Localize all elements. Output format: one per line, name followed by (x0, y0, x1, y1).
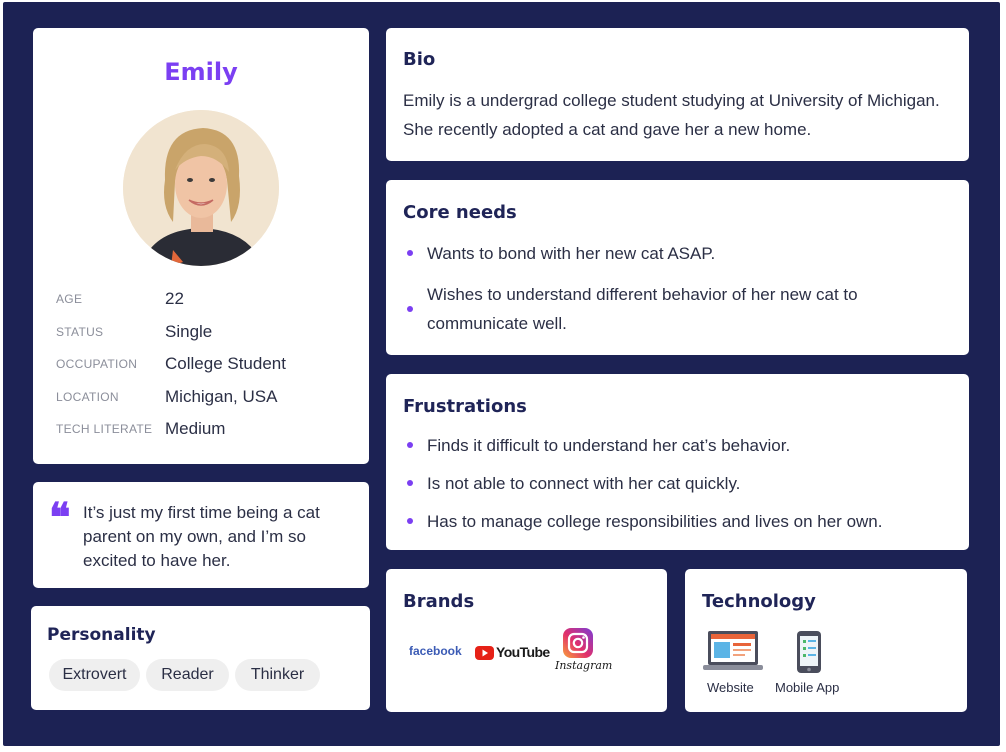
bio-text: Emily is a undergrad college student stu… (403, 91, 940, 139)
tech-label: Website (707, 680, 754, 695)
profile-detail-label: AGE (56, 292, 83, 306)
list-item: Wants to bond with her new cat ASAP. (404, 239, 924, 268)
instagram-icon (563, 628, 593, 658)
youtube-play-icon (475, 646, 494, 660)
bio-card: Bio Emily is a undergrad college student… (386, 28, 969, 161)
core-needs-title: Core needs (403, 202, 517, 223)
tech-label: Mobile App (775, 680, 840, 695)
bio-title: Bio (403, 49, 436, 70)
profile-detail-value: College Student (165, 354, 286, 373)
profile-detail-value: Michigan, USA (165, 387, 278, 406)
core-needs-card: Core needs Wants to bond with her new ca… (386, 180, 969, 355)
trait-chip: Extrovert (49, 659, 140, 691)
portrait-image (123, 110, 279, 266)
list-item: Finds it difficult to understand her cat… (404, 431, 949, 460)
personality-card: Personality Extrovert Reader Thinker (31, 606, 370, 710)
trait-chip: Thinker (235, 659, 320, 691)
list-item: Has to manage college responsibilities a… (404, 507, 949, 536)
technology-card: Technology Website Mobile App (685, 569, 967, 712)
profile-detail-value: Single (165, 322, 213, 341)
avatar (123, 110, 279, 266)
profile-detail-label: OCCUPATION (56, 357, 138, 371)
quote-text: It’s just my first time being a cat pare… (83, 503, 320, 570)
personality-title: Personality (47, 625, 156, 645)
frustrations-list: Finds it difficult to understand her cat… (404, 431, 949, 536)
trait-chip: Reader (146, 659, 229, 691)
laptop-icon (703, 631, 763, 670)
list-item: Wishes to understand different behavior … (404, 280, 924, 338)
profile-detail-value: 22 (165, 289, 184, 308)
list-item: Is not able to connect with her cat quic… (404, 469, 949, 498)
brands-title: Brands (403, 591, 475, 612)
mobile-phone-icon (797, 631, 821, 673)
quote-icon: ❝ (49, 494, 71, 541)
profile-detail-label: LOCATION (56, 390, 119, 404)
instagram-logo: Instagram (552, 628, 612, 676)
profile-detail-label: TECH LITERATE (56, 422, 153, 436)
facebook-logo: facebook (409, 644, 462, 658)
brands-card: Brands facebook YouTube Instagram (386, 569, 667, 712)
persona-name: Emily (164, 58, 238, 86)
frustrations-title: Frustrations (403, 396, 527, 417)
technology-title: Technology (702, 591, 816, 612)
profile-detail-label: STATUS (56, 325, 104, 339)
quote-card: ❝ It’s just my first time being a cat pa… (33, 482, 369, 588)
profile-detail-value: Medium (165, 419, 226, 438)
profile-card: Emily AGE 22 STATUS Single OCCUPATION College… (33, 28, 369, 464)
frustrations-card: Frustrations Finds it difficult to under… (386, 374, 969, 550)
core-needs-list: Wants to bond with her new cat ASAP. Wis… (404, 239, 924, 338)
